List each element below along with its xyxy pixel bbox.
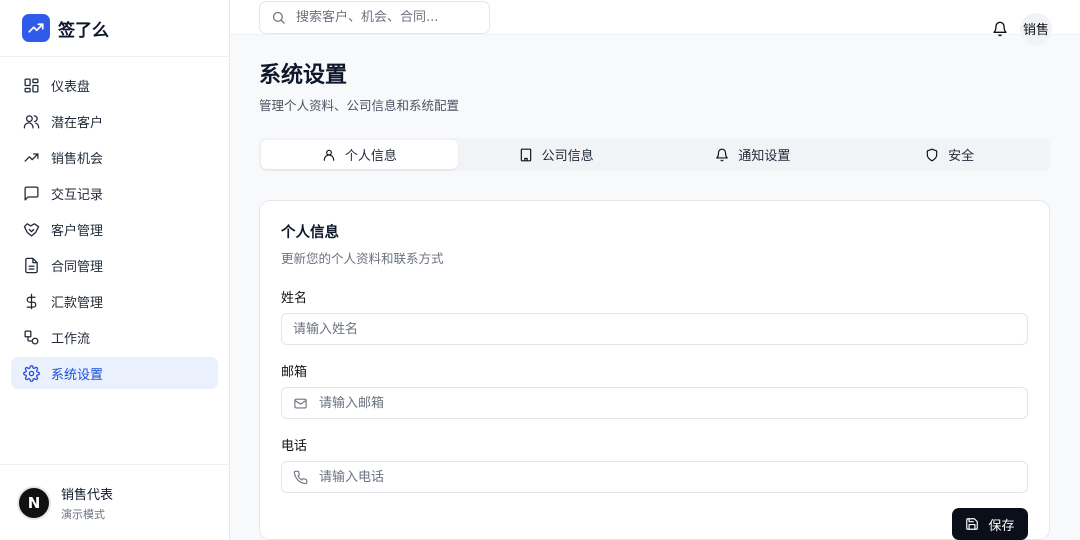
users-icon [22,112,40,130]
brand-logo [22,14,50,42]
settings-icon [22,364,40,382]
sidebar-item-label: 客户管理 [51,223,104,239]
sidebar-item-label: 销售机会 [51,151,104,167]
settings-content: 系统设置 管理个人资料、公司信息和系统配置 个人信息 公司信息 通知设置 安全 … [230,35,1080,540]
tab-label: 安全 [948,149,975,164]
user-menu-button[interactable]: 销售 [1020,12,1052,45]
user-info: 销售代表 演示模式 [61,484,113,522]
avatar: N [17,485,51,520]
tab-security[interactable]: 安全 [851,140,1048,169]
personal-info-card: 个人信息 更新您的个人资料和联系方式 姓名 邮箱 电话 [259,200,1050,540]
sidebar-item-label: 合同管理 [51,259,104,275]
save-button[interactable]: 保存 [952,508,1028,540]
sidebar-user[interactable]: N 销售代表 演示模式 [0,464,229,540]
settings-tabs: 个人信息 公司信息 通知设置 安全 [259,138,1050,171]
bell-icon [715,148,729,162]
sidebar-item-contracts[interactable]: 合同管理 [11,249,218,281]
phone-input[interactable] [319,469,999,485]
mail-icon [293,396,308,411]
dashboard-icon [22,76,40,94]
tab-company[interactable]: 公司信息 [458,140,655,169]
brand: 签了么 [0,0,229,57]
sidebar-nav: 仪表盘 潜在客户 销售机会 交互记录 客户管理 合同管理 汇款管理 工作流 系统… [0,57,229,393]
user-mode: 演示模式 [61,507,105,521]
dollar-icon [22,292,40,310]
page-title: 系统设置 [259,63,348,88]
card-title: 个人信息 [281,225,339,241]
notifications-button[interactable] [990,19,1010,39]
name-input[interactable] [293,321,973,337]
bell-icon [993,21,1007,36]
name-label: 姓名 [281,291,308,306]
page-subtitle: 管理个人资料、公司信息和系统配置 [259,98,460,113]
handshake-icon [22,220,40,238]
phone-label: 电话 [281,439,308,454]
email-field[interactable] [281,387,1028,419]
name-field[interactable] [281,313,1028,345]
user-icon [322,148,336,162]
sidebar-item-label: 汇款管理 [51,295,104,311]
app-root: 签了么 仪表盘 潜在客户 销售机会 交互记录 客户管理 合同管理 汇款管理 工作… [0,0,1080,540]
trending-up-icon [22,148,40,166]
card-subtitle: 更新您的个人资料和联系方式 [281,251,444,266]
user-name: 销售代表 [61,487,114,503]
card-actions: 保存 [281,508,1028,540]
tab-label: 公司信息 [541,149,594,164]
message-icon [22,184,40,202]
sidebar-item-opportunities[interactable]: 销售机会 [11,141,218,173]
sidebar-item-label: 潜在客户 [51,115,104,131]
sidebar-item-customers[interactable]: 客户管理 [11,213,218,245]
sidebar-item-label: 工作流 [51,331,91,347]
tab-notifications[interactable]: 通知设置 [655,140,852,169]
email-input[interactable] [319,395,999,411]
brand-name: 签了么 [58,20,109,41]
trending-up-icon [28,23,44,33]
search-box[interactable] [259,0,490,34]
sidebar-item-label: 系统设置 [51,367,104,383]
tab-personal[interactable]: 个人信息 [261,140,458,169]
email-label: 邮箱 [281,365,308,380]
phone-icon [293,470,308,485]
sidebar-item-interactions[interactable]: 交互记录 [11,177,218,209]
tab-label: 个人信息 [344,149,397,164]
sidebar-item-leads[interactable]: 潜在客户 [11,105,218,137]
tab-label: 通知设置 [738,149,791,164]
sidebar-item-dashboard[interactable]: 仪表盘 [11,69,218,101]
sidebar-item-workflow[interactable]: 工作流 [11,321,218,353]
save-icon [965,517,979,531]
file-icon [22,256,40,274]
building-icon [519,148,533,162]
shield-icon [925,148,939,162]
save-label: 保存 [988,518,1015,534]
main-area: 销售 系统设置 管理个人资料、公司信息和系统配置 个人信息 公司信息 [230,0,1080,540]
search-input[interactable] [296,9,466,25]
search-icon [272,11,285,24]
phone-field[interactable] [281,461,1028,493]
topbar: 销售 [230,0,1080,45]
sidebar: 签了么 仪表盘 潜在客户 销售机会 交互记录 客户管理 合同管理 汇款管理 工作… [0,0,230,540]
topbar-actions: 销售 [990,0,1052,57]
workflow-icon [22,328,40,346]
sidebar-item-payments[interactable]: 汇款管理 [11,285,218,317]
sidebar-item-settings[interactable]: 系统设置 [11,357,218,389]
sidebar-item-label: 交互记录 [51,187,104,203]
sidebar-item-label: 仪表盘 [51,79,91,95]
